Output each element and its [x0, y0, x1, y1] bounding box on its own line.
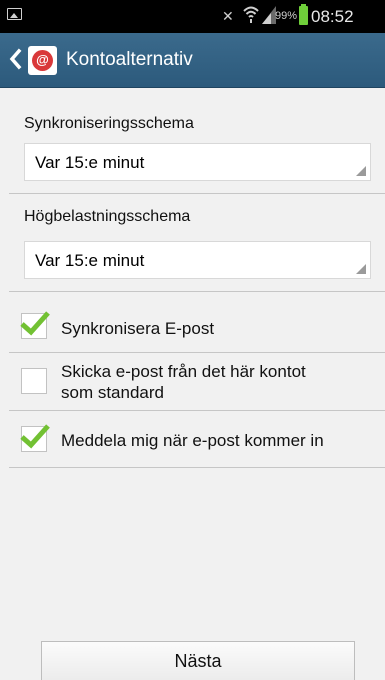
peak-schedule-value: Var 15:e minut: [35, 251, 145, 270]
notify-email-checkbox[interactable]: [20, 424, 50, 452]
action-bar: Kontoalternativ: [0, 33, 385, 88]
signal-icon: [262, 6, 276, 29]
checkmark-icon: [20, 424, 50, 449]
peak-schedule-dropdown[interactable]: Var 15:e minut: [24, 241, 371, 279]
option-default-account[interactable]: Skicka e-post från det här kontot som st…: [0, 356, 385, 408]
dropdown-corner-icon: [356, 264, 366, 274]
divider: [9, 352, 385, 353]
sync-schedule-label: Synkroniseringsschema: [24, 115, 194, 132]
sync-email-checkbox[interactable]: [20, 311, 50, 339]
clock: 08:52: [311, 7, 354, 26]
back-icon[interactable]: [8, 48, 22, 75]
default-account-label-line2: som standard: [61, 383, 164, 402]
mute-icon: ✕: [222, 8, 234, 24]
divider: [9, 467, 385, 468]
checkmark-icon: [20, 311, 50, 336]
default-account-label-line1: Skicka e-post från det här kontot: [61, 362, 306, 381]
page-title: Kontoalternativ: [66, 49, 193, 70]
sync-schedule-dropdown[interactable]: Var 15:e minut: [24, 143, 371, 181]
next-button[interactable]: Nästa: [41, 641, 355, 680]
notify-email-label: Meddela mig när e-post kommer in: [61, 431, 324, 450]
wifi-icon: [243, 5, 259, 28]
status-bar: ✕ 99% 08:52: [0, 0, 385, 33]
dropdown-corner-icon: [356, 166, 366, 176]
sync-email-label: Synkronisera E-post: [61, 319, 215, 338]
option-sync-email[interactable]: Synkronisera E-post: [0, 307, 385, 347]
option-notify-email[interactable]: Meddela mig när e-post kommer in: [0, 420, 385, 460]
battery-icon: [299, 4, 308, 25]
sync-schedule-value: Var 15:e minut: [35, 153, 145, 172]
divider: [9, 410, 385, 411]
email-app-icon[interactable]: [28, 46, 57, 75]
peak-schedule-label: Högbelastningsschema: [24, 208, 191, 225]
default-account-checkbox[interactable]: [21, 368, 47, 394]
image-icon: [7, 8, 22, 20]
divider: [9, 291, 385, 292]
divider: [9, 193, 385, 194]
battery-percent: 99%: [275, 10, 298, 22]
